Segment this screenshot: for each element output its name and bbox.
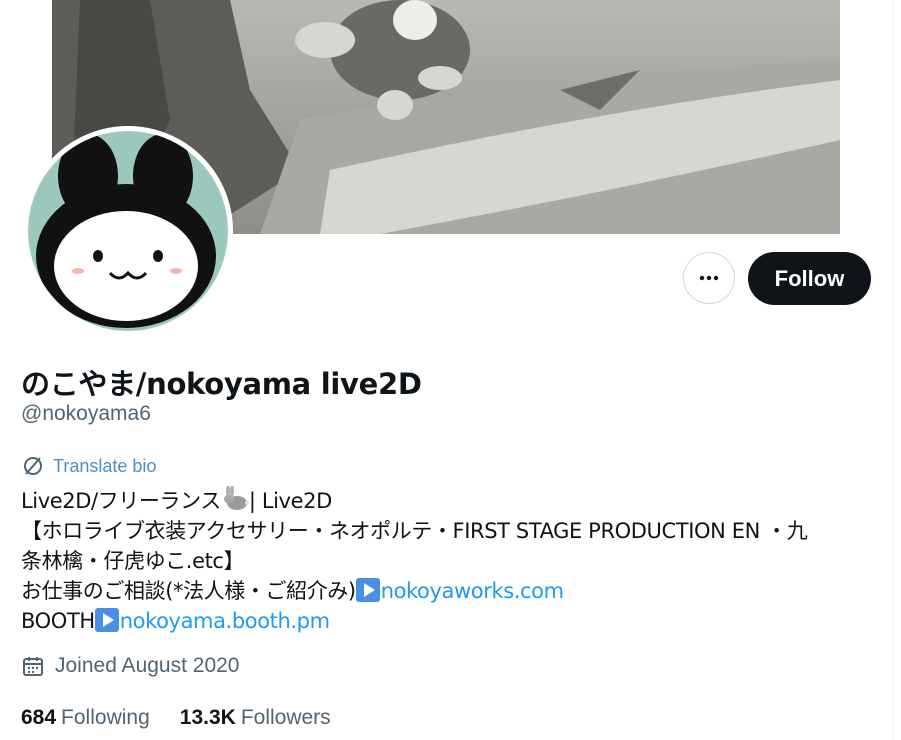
play-button-emoji-icon [355,578,380,602]
translate-bio-link[interactable]: Translate bio [21,454,156,478]
joined-date: Joined August 2020 [21,654,240,678]
calendar-icon [23,657,43,676]
following-link[interactable]: 684 Following [21,706,150,730]
display-name: のこやま/nokoyama live2D [21,367,422,401]
following-label: Following [61,706,150,729]
bio-line-2: 【ホロライブ衣装アクセサリー・ネオポルテ・FIRST STAGE PRODUCT… [21,519,808,543]
bio-line5-prefix: BOOTH [21,609,95,633]
bio-line-4: お仕事のご相談(*法人様・ご紹介み) nokoyaworks.com [21,576,881,606]
rabbit-emoji-icon [223,486,249,510]
bio-line-3: 条林檎・仔虎ゆこ.etc】 [21,549,245,573]
bio-line1-suffix: | Live2D [248,489,332,513]
play-button-emoji-icon [94,608,119,632]
followers-link[interactable]: 13.3K Followers [180,706,331,730]
more-options-button[interactable] [683,252,735,304]
avatar[interactable] [23,126,233,336]
translate-bio-label: Translate bio [53,455,157,476]
bio-line-1: Live2D/フリーランス | Live2D [21,486,881,516]
followers-count: 13.3K [179,706,236,729]
website-link[interactable]: nokoyaworks.com [381,579,564,603]
follow-button[interactable]: Follow [748,252,871,305]
bio-line1-prefix: Live2D/フリーランス [21,489,221,513]
followers-label: Followers [240,706,331,729]
following-count: 684 [21,706,57,729]
bio: Live2D/フリーランス | Live2D 【ホロライブ衣装アクセサリー・ネオポ… [21,486,881,636]
joined-label: Joined August 2020 [55,654,240,677]
more-horizontal-icon [699,275,719,281]
user-handle: @nokoyama6 [21,402,151,425]
follow-stats: 684 Following 13.3K Followers [21,706,331,730]
avatar-image [28,131,228,331]
booth-link[interactable]: nokoyama.booth.pm [120,609,330,633]
bio-line-5: BOOTH nokoyama.booth.pm [21,606,881,636]
bio-line4-prefix: お仕事のご相談(*法人様・ご紹介み) [21,579,356,603]
translate-icon [24,457,42,475]
column-divider [893,0,894,740]
